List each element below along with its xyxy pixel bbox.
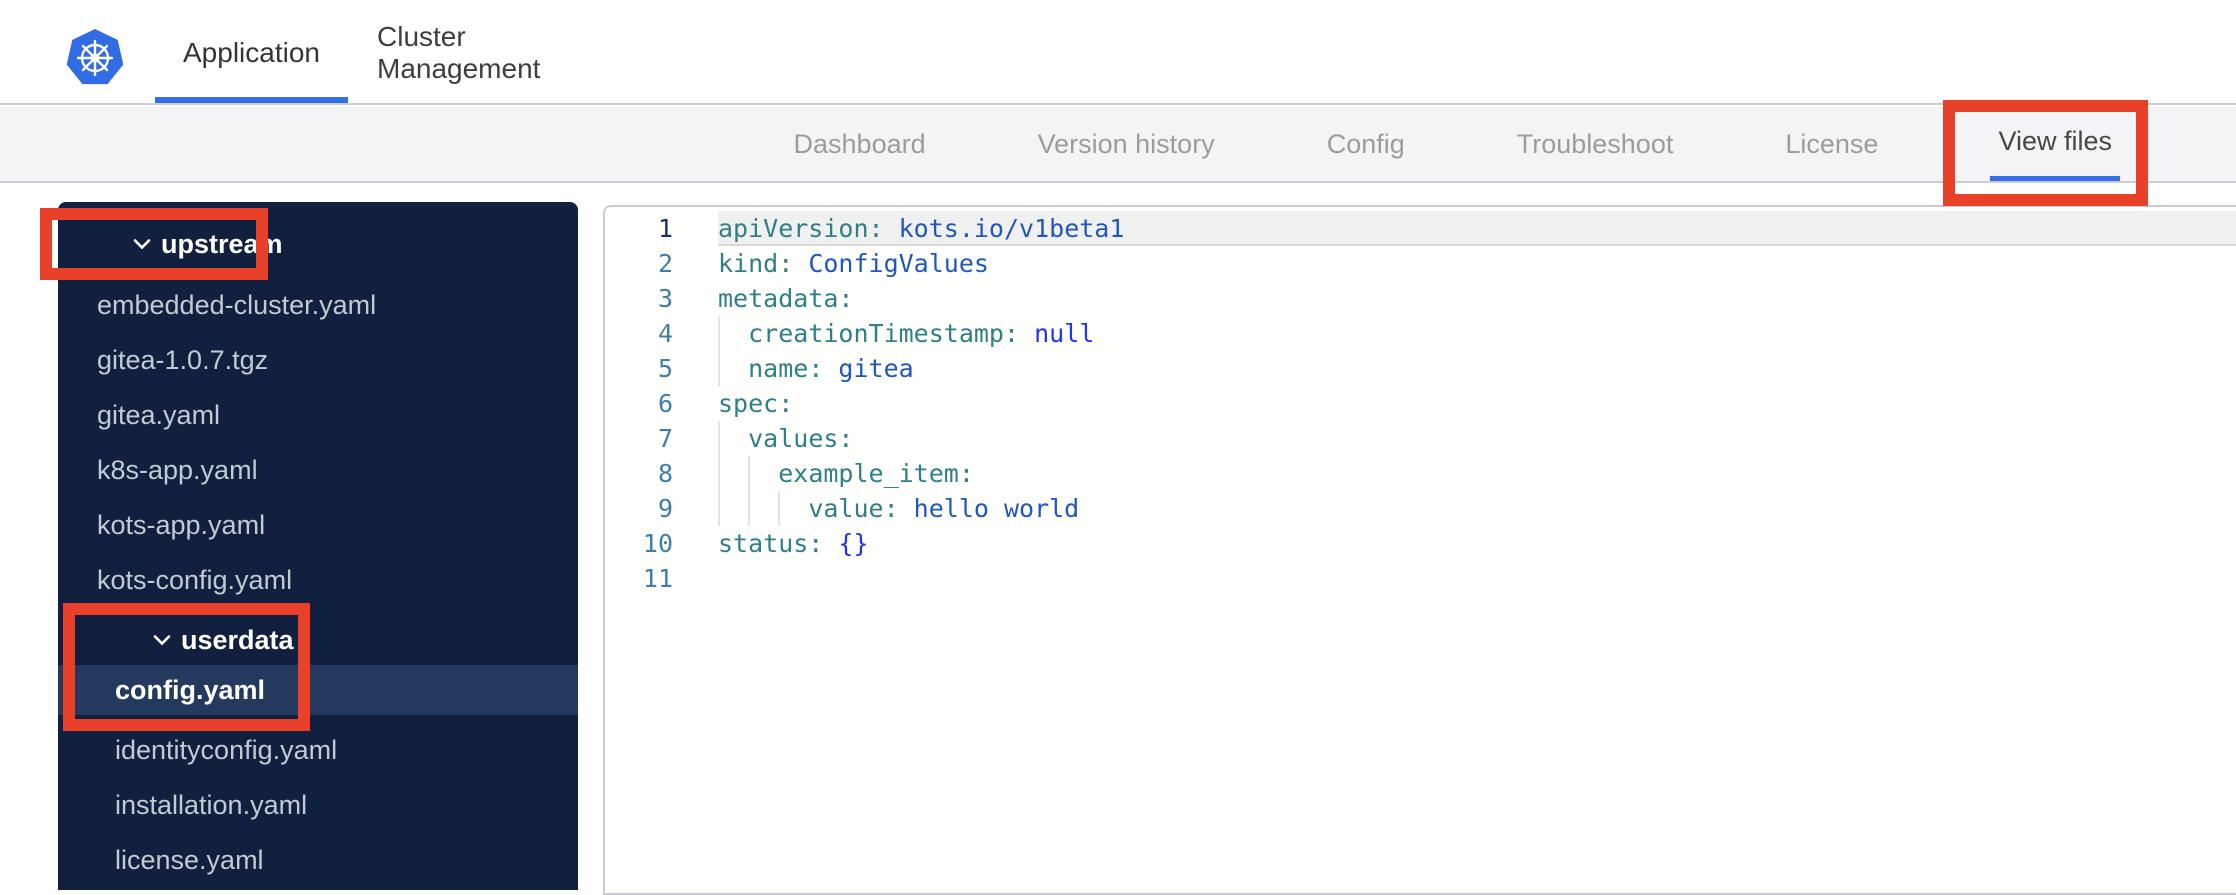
indent-guide [718, 421, 720, 526]
line-number: 5 [657, 354, 673, 383]
code-line: 11 [605, 561, 2236, 596]
line-number: 3 [657, 284, 673, 313]
code-line: 5 name: gitea [605, 351, 2236, 386]
code-line: 7 values: [605, 421, 2236, 456]
line-number: 6 [657, 389, 673, 418]
tab-application[interactable]: Application [155, 0, 348, 105]
line-number: 8 [657, 459, 673, 488]
code-line: 4 creationTimestamp: null [605, 316, 2236, 351]
active-tab-underline [155, 97, 348, 103]
code-text: apiVersion: kots.io/v1beta1 [718, 211, 2236, 246]
code-editor[interactable]: 1 apiVersion: kots.io/v1beta1 2 kind: Conf… [603, 205, 2236, 895]
chevron-down-icon [133, 238, 151, 250]
subtab-view-files[interactable]: View files [1990, 107, 2120, 181]
line-number: 4 [657, 319, 673, 348]
folder-userdata[interactable]: userdata [58, 615, 578, 665]
code-line: 3 metadata: [605, 281, 2236, 316]
line-number: 7 [657, 424, 673, 453]
code-text: spec: [718, 389, 794, 418]
code-text: kind: ConfigValues [718, 249, 989, 278]
top-bar: Application Cluster Management [0, 0, 2236, 105]
file-config-yaml-selected[interactable]: config.yaml [58, 665, 578, 715]
file-embedded-cluster-yaml[interactable]: embedded-cluster.yaml [58, 280, 578, 330]
subtab-license[interactable]: License [1785, 107, 1878, 181]
code-line: 2 kind: ConfigValues [605, 246, 2236, 281]
kubernetes-logo-icon [66, 29, 124, 85]
code-line: 6 spec: [605, 386, 2236, 421]
folder-label: upstream [161, 228, 283, 259]
code-line: 9 value: hello world [605, 491, 2236, 526]
subtab-config[interactable]: Config [1327, 107, 1405, 181]
primary-tabs: Application Cluster Management [155, 0, 633, 105]
tab-cluster-management[interactable]: Cluster Management [377, 0, 633, 105]
code-line: 10 status:{} [605, 526, 2236, 561]
code-text: creationTimestamp: null [748, 319, 1095, 348]
code-text: metadata: [718, 284, 854, 313]
tab-cluster-management-label: Cluster Management [377, 20, 541, 84]
file-gitea-tgz[interactable]: gitea-1.0.7.tgz [58, 335, 578, 385]
indent-guide [718, 316, 720, 386]
code-text: status:{} [718, 529, 869, 558]
subtab-version-history[interactable]: Version history [1038, 107, 1215, 181]
code-line: 8 example_item: [605, 456, 2236, 491]
subtab-dashboard[interactable]: Dashboard [794, 107, 926, 181]
indent-guide [748, 456, 750, 526]
file-tree-sidebar: upstream embedded-cluster.yaml gitea-1.0… [58, 202, 578, 890]
tab-application-label: Application [183, 36, 320, 68]
file-gitea-yaml[interactable]: gitea.yaml [58, 390, 578, 440]
folder-label: userdata [181, 624, 294, 655]
line-number: 2 [657, 249, 673, 278]
file-installation-yaml[interactable]: installation.yaml [58, 780, 578, 830]
subtab-troubleshoot[interactable]: Troubleshoot [1517, 107, 1674, 181]
code-text: values: [748, 424, 854, 453]
indent-guide [778, 491, 780, 526]
folder-upstream[interactable]: upstream [58, 219, 578, 269]
file-identityconfig-yaml[interactable]: identityconfig.yaml [58, 725, 578, 775]
chevron-down-icon [153, 634, 171, 646]
line-number: 10 [642, 529, 673, 558]
file-kots-app-yaml[interactable]: kots-app.yaml [58, 500, 578, 550]
line-number: 1 [657, 214, 673, 243]
file-license-yaml[interactable]: license.yaml [58, 835, 578, 885]
line-number: 11 [642, 564, 673, 593]
app-subnav: Dashboard Version history Config Trouble… [0, 107, 2236, 183]
line-number: 9 [657, 494, 673, 523]
file-k8s-app-yaml[interactable]: k8s-app.yaml [58, 445, 578, 495]
code-text: name: gitea [748, 354, 914, 383]
code-text: example_item: [778, 459, 974, 488]
code-line: 1 apiVersion: kots.io/v1beta1 [605, 211, 2236, 246]
file-kots-config-yaml[interactable]: kots-config.yaml [58, 555, 578, 605]
code-text: value: hello world [808, 494, 1080, 523]
